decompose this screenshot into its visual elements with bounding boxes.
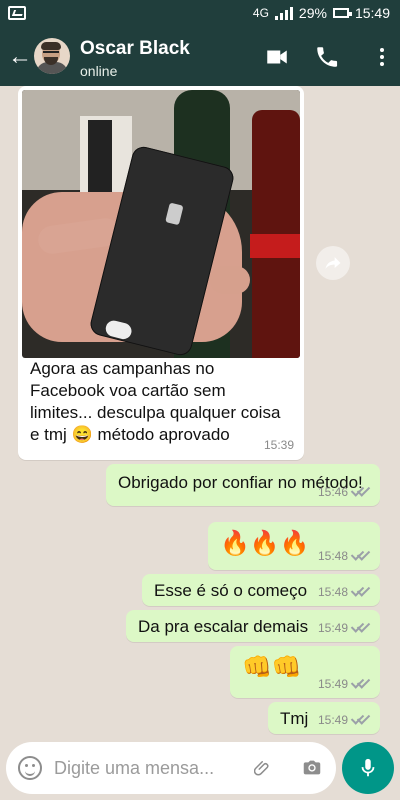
message-time: 15:49	[317, 677, 348, 691]
message-time: 15:48	[317, 585, 348, 599]
battery-icon	[332, 8, 352, 18]
signal-icon	[274, 6, 293, 20]
microphone-button[interactable]	[342, 742, 394, 794]
finger-image	[210, 266, 250, 294]
photo-message-bubble[interactable]: Agora as campanhas no Facebook voa cartã…	[18, 86, 304, 460]
message-input[interactable]: Digite uma mensa...	[54, 755, 244, 781]
contact-status: online	[80, 63, 118, 79]
message-time: 15:46	[317, 485, 348, 499]
double-check-icon	[352, 587, 370, 597]
message-time: 15:49	[317, 713, 348, 727]
message-time: 15:49	[317, 621, 348, 635]
battery-percent: 29%	[298, 5, 327, 21]
double-check-icon	[352, 551, 370, 561]
outgoing-message[interactable]: Da pra escalar demais 15:49	[126, 610, 380, 642]
camera-icon[interactable]	[300, 756, 324, 778]
outgoing-message[interactable]: Esse é só o começo 15:48	[142, 574, 380, 606]
status-bar-right: 4G 29% 15:49	[253, 5, 390, 21]
message-time: 15:39	[263, 438, 294, 452]
double-check-icon	[352, 623, 370, 633]
network-type: 4G	[252, 6, 269, 20]
bottle-label	[250, 234, 300, 258]
emoji-icon[interactable]	[18, 756, 42, 780]
card-brand-mark	[104, 318, 134, 341]
chat-header: ← Oscar Black online	[0, 28, 400, 86]
gallery-icon	[8, 6, 26, 20]
double-check-icon	[352, 679, 370, 689]
avatar-hair	[41, 42, 61, 50]
message-meta: 15:49	[318, 713, 370, 727]
message-meta: 15:46	[318, 485, 370, 499]
outgoing-message[interactable]: Obrigado por confiar no método! 15:46	[106, 464, 380, 506]
contact-name[interactable]: Oscar Black	[80, 38, 190, 60]
message-time: 15:48	[317, 549, 348, 563]
chat-area[interactable]: Agora as campanhas no Facebook voa cartã…	[0, 86, 400, 736]
double-check-icon	[352, 487, 370, 497]
status-bar: 4G 29% 15:49	[0, 0, 400, 28]
paperclip-icon[interactable]	[254, 756, 272, 780]
message-meta: 15:48	[318, 549, 370, 563]
card-chip	[165, 202, 184, 226]
video-camera-icon[interactable]	[264, 44, 290, 70]
microphone-icon	[361, 758, 375, 777]
avatar[interactable]	[34, 38, 70, 74]
arrow-left-icon[interactable]: ←	[8, 42, 32, 72]
phone-icon[interactable]	[314, 44, 340, 70]
outgoing-message[interactable]: 👊👊 15:49	[230, 646, 380, 698]
outgoing-message[interactable]: 🔥🔥🔥 15:48	[208, 522, 380, 570]
message-composer[interactable]: Digite uma mensa...	[6, 742, 336, 794]
photo-caption: Agora as campanhas no Facebook voa cartã…	[30, 359, 286, 444]
message-meta: 15:48	[318, 585, 370, 599]
message-photo[interactable]	[22, 90, 300, 358]
forward-icon[interactable]	[316, 246, 350, 280]
double-check-icon	[352, 715, 370, 725]
message-meta: 15:49	[318, 621, 370, 635]
status-time: 15:49	[354, 5, 390, 21]
more-vertical-icon[interactable]	[376, 44, 388, 70]
message-meta: 15:49	[318, 677, 370, 691]
outgoing-message[interactable]: Tmj 15:49	[268, 702, 380, 734]
